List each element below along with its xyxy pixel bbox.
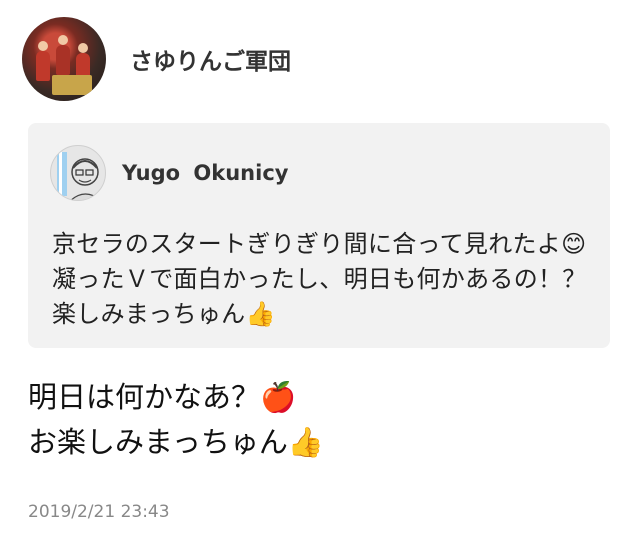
post-header: さゆりんご軍団: [22, 16, 291, 102]
post-body: 明日は何かなあ？🍎 お楽しみまっちゅん👍: [28, 375, 618, 465]
post-body-line: お楽しみまっちゅん👍: [28, 425, 324, 459]
quoted-post-text: 京セラのスタートぎりぎり間に合って見れたよ😊凝ったＶで面白かったし、明日も何かあ…: [52, 230, 587, 328]
post-timestamp: 2019/2/21 23:43: [28, 502, 170, 522]
post-author-name[interactable]: さゆりんご軍団: [130, 42, 291, 76]
quoted-author-name[interactable]: Yugo Okunicy: [122, 161, 288, 185]
quoted-post-header: Yugo Okunicy: [50, 145, 288, 201]
quoted-post[interactable]: Yugo Okunicy 京セラのスタートぎりぎり間に合って見れたよ😊凝ったＶで…: [28, 123, 610, 348]
post-body-line: 明日は何かなあ？🍎: [28, 380, 297, 414]
quoted-author-avatar[interactable]: [50, 145, 106, 201]
avatar[interactable]: [22, 17, 106, 101]
